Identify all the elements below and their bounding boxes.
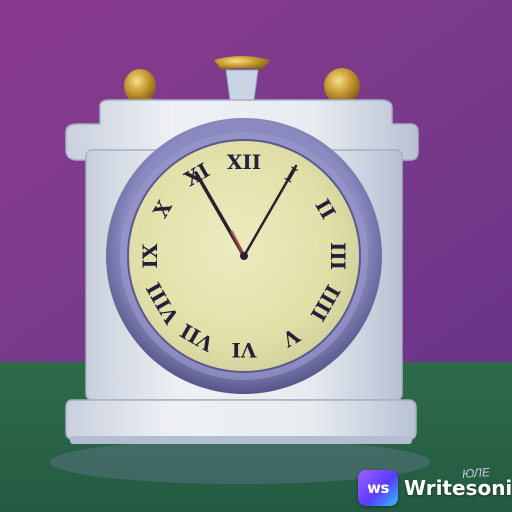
- numeral-vi: VI: [232, 338, 258, 362]
- writesonic-logo-icon: ws: [358, 470, 398, 506]
- numeral-ix: IX: [138, 243, 162, 268]
- center-pin: [240, 252, 248, 260]
- painting-scene: XIIIIIIIIIIIIVVIVIIVIIIIXXXI: [0, 0, 512, 512]
- writesonic-brand-name: Writesonic: [404, 476, 512, 500]
- writesonic-logo-text: ws: [367, 479, 389, 497]
- writesonic-watermark: ws Writesonic: [358, 470, 512, 506]
- numeral-iii: III: [326, 242, 350, 270]
- numeral-xii: XII: [227, 150, 261, 174]
